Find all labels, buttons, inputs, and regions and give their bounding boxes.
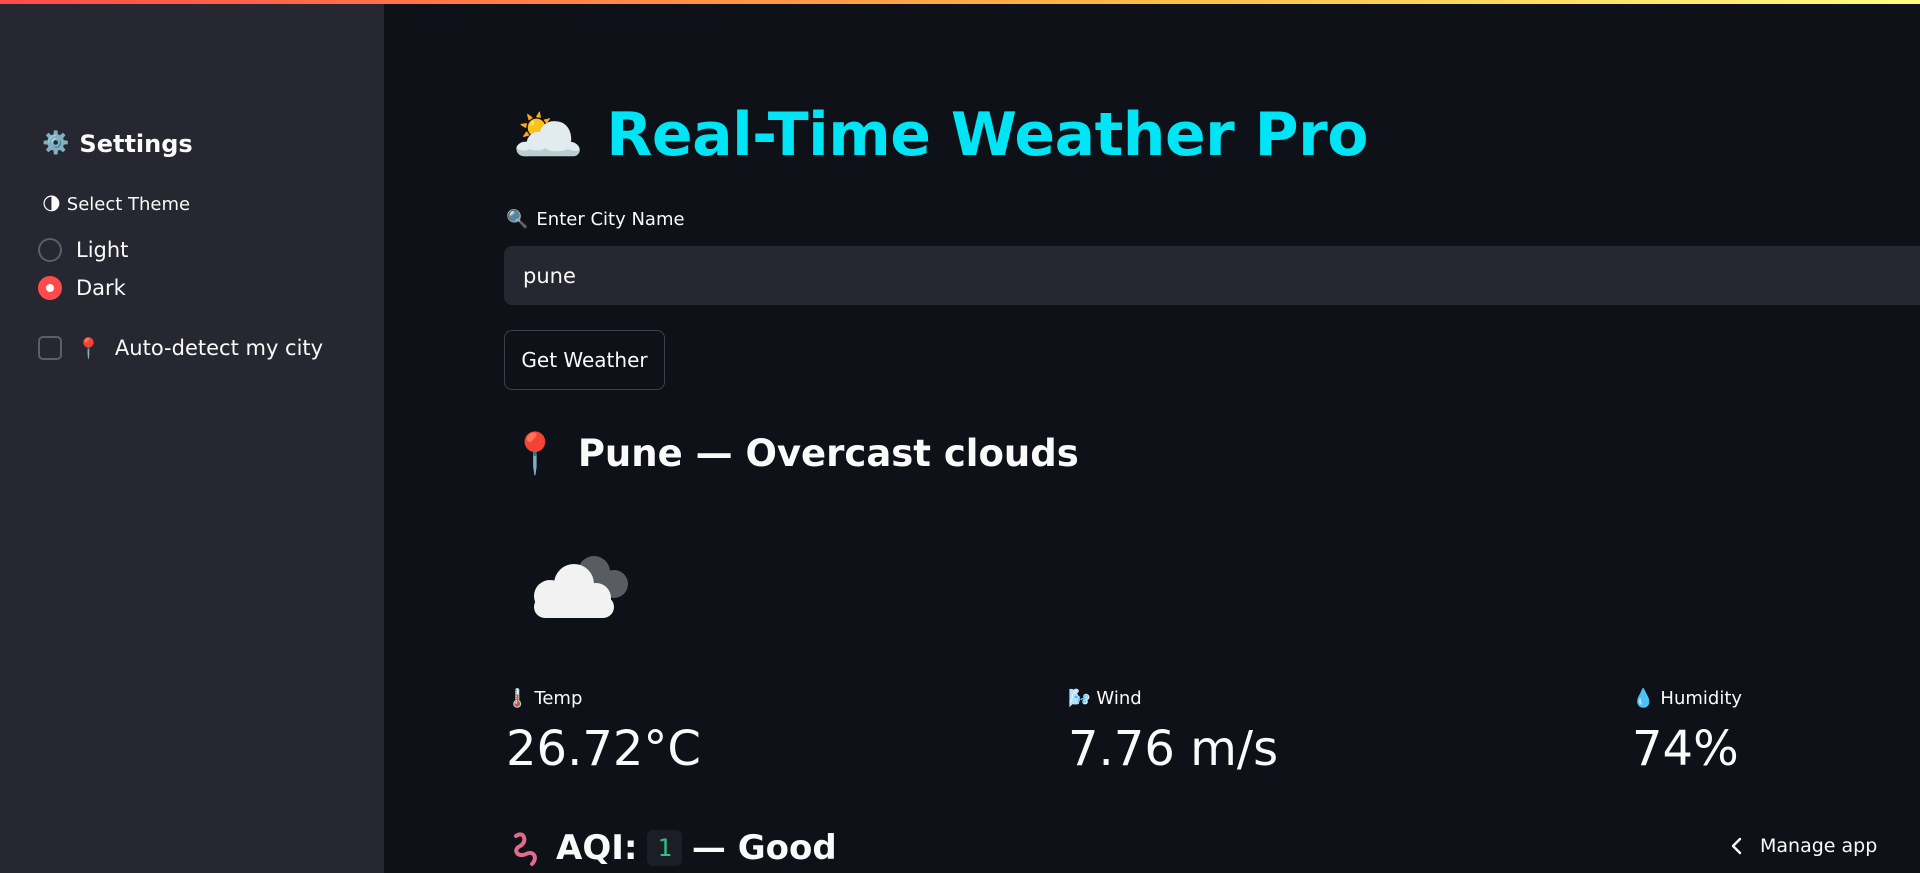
pin-icon: 📍 bbox=[76, 336, 101, 360]
city-input[interactable] bbox=[504, 246, 1920, 305]
theme-label-text: Select Theme bbox=[66, 194, 191, 215]
autodetect-city-toggle[interactable]: 📍 Auto-detect my city bbox=[38, 336, 323, 360]
get-weather-button[interactable]: Get Weather bbox=[504, 330, 665, 390]
radio-light[interactable] bbox=[38, 238, 62, 262]
aqi-label: AQI: bbox=[556, 828, 638, 868]
sidebar-header: ⚙️ Settings bbox=[42, 130, 193, 158]
metric-wind-value: 7.76 m/s bbox=[1068, 721, 1279, 777]
magnifier-icon: 🔍 bbox=[506, 208, 529, 230]
sun-behind-cloud-icon: 🌥️ bbox=[512, 101, 585, 169]
overcast-clouds-icon bbox=[534, 556, 628, 618]
metric-temp-value: 26.72°C bbox=[506, 721, 701, 777]
theme-option-dark[interactable]: Dark bbox=[38, 276, 126, 300]
metric-wind: 🌬️ Wind 7.76 m/s bbox=[1068, 688, 1278, 777]
metric-humidity-label: 💧 Humidity bbox=[1632, 688, 1742, 709]
top-decoration-bar bbox=[0, 0, 1920, 4]
radio-dark[interactable] bbox=[38, 276, 62, 300]
gear-icon: ⚙️ bbox=[42, 131, 70, 156]
city-input-label-text: Enter City Name bbox=[536, 209, 685, 230]
half-moon-icon: 🌗 bbox=[42, 193, 61, 215]
manage-app-label: Manage app bbox=[1760, 835, 1878, 857]
city-input-label: 🔍 Enter City Name bbox=[506, 209, 685, 230]
metric-humidity-value: 74% bbox=[1632, 721, 1739, 777]
aqi-status: — Good bbox=[691, 828, 837, 868]
manage-app-button[interactable]: Manage app bbox=[1730, 830, 1877, 862]
radio-light-label: Light bbox=[76, 238, 129, 262]
autodetect-checkbox[interactable] bbox=[38, 336, 62, 360]
city-heading-text: Pune — Overcast clouds bbox=[577, 432, 1079, 475]
metric-temp: 🌡️ Temp 26.72°C bbox=[506, 688, 701, 777]
radio-dark-label: Dark bbox=[76, 276, 126, 300]
metric-wind-label-text: Wind bbox=[1096, 688, 1142, 709]
aqi-value: 1 bbox=[647, 830, 682, 866]
metric-temp-label-text: Temp bbox=[534, 688, 583, 709]
city-heading: 📍 Pune — Overcast clouds bbox=[510, 432, 1079, 475]
sidebar: ⚙️ Settings 🌗 Select Theme Light Dark 📍 … bbox=[0, 0, 384, 873]
autodetect-label: Auto-detect my city bbox=[114, 336, 324, 360]
theme-label: 🌗 Select Theme bbox=[42, 194, 190, 215]
metric-temp-label: 🌡️ Temp bbox=[506, 688, 701, 709]
metric-humidity: 💧 Humidity 74% bbox=[1632, 688, 1742, 777]
chevron-left-icon bbox=[1731, 837, 1742, 855]
thermometer-icon: 🌡️ bbox=[506, 687, 529, 709]
pin-icon: 📍 bbox=[510, 430, 560, 477]
droplet-icon: 💧 bbox=[1632, 687, 1655, 709]
sidebar-title: Settings bbox=[79, 130, 193, 158]
page-title-text: Real-Time Weather Pro bbox=[606, 100, 1368, 170]
aqi-heading: AQI: 1 — Good bbox=[508, 828, 837, 868]
wind-icon: 🌬️ bbox=[1068, 687, 1091, 709]
metric-humidity-label-text: Humidity bbox=[1660, 688, 1743, 709]
metric-wind-label: 🌬️ Wind bbox=[1068, 688, 1278, 709]
page-title: 🌥️ Real-Time Weather Pro bbox=[512, 100, 1368, 170]
theme-option-light[interactable]: Light bbox=[38, 238, 128, 262]
squiggle-icon bbox=[514, 832, 537, 866]
